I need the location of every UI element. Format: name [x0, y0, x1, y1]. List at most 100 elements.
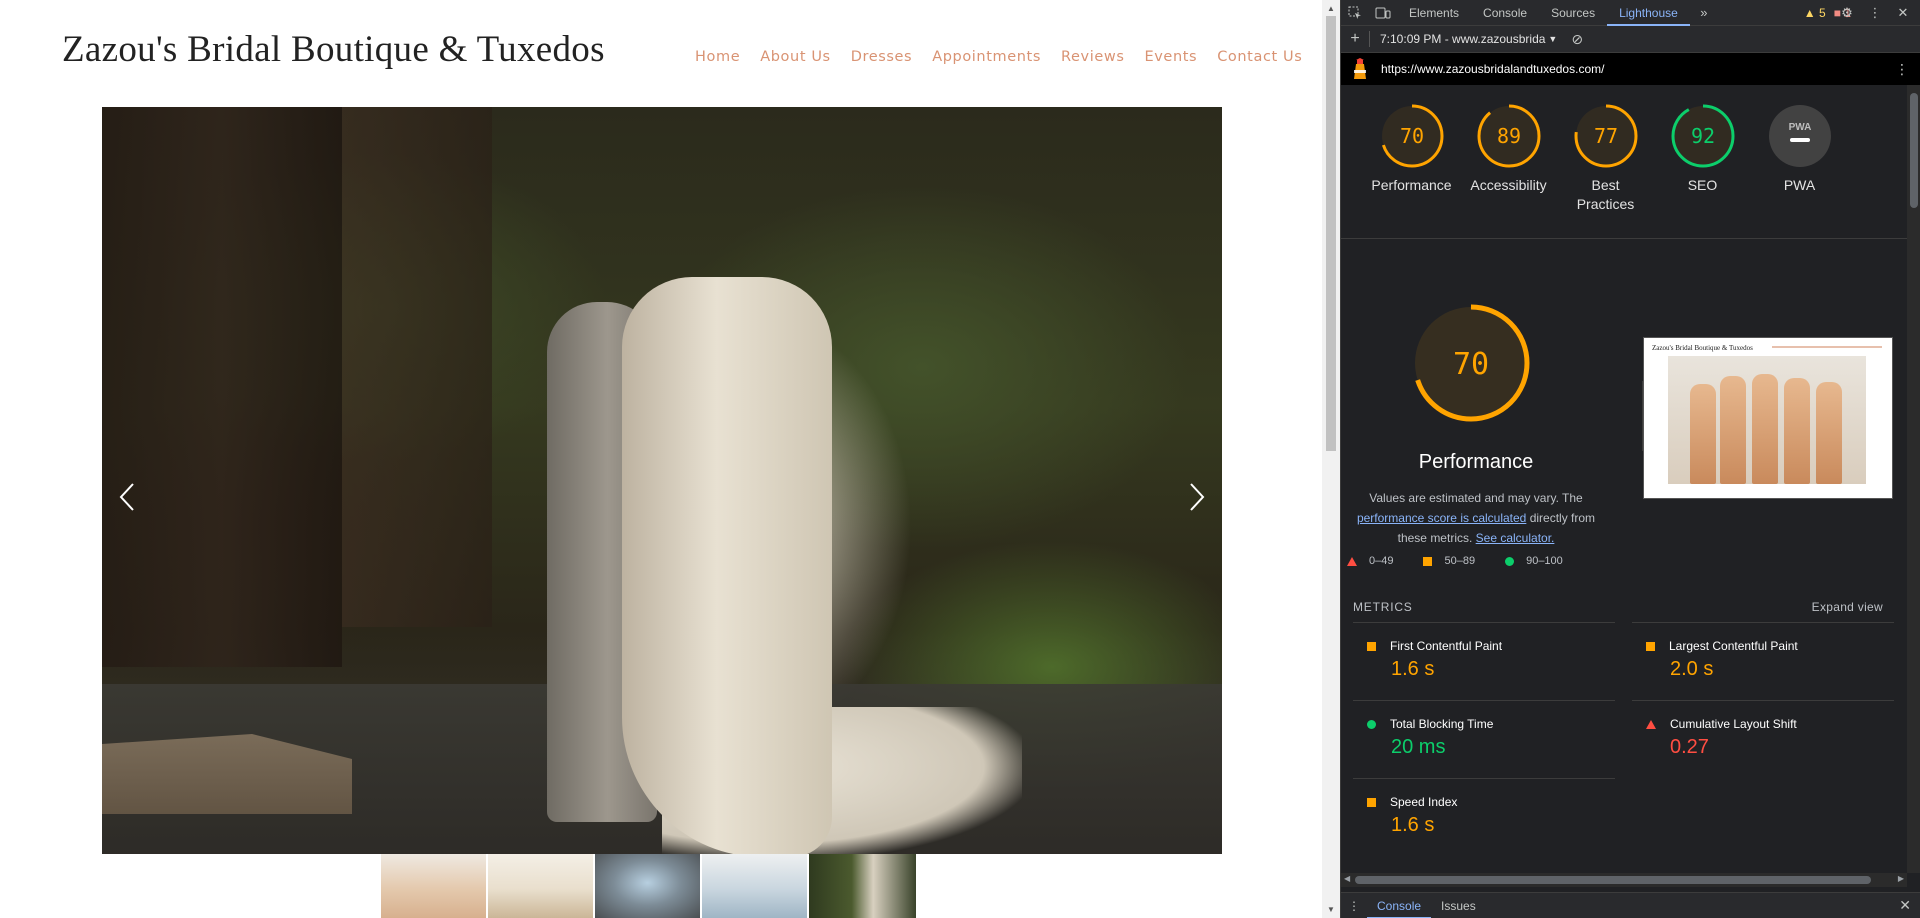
drawer-tab-issues[interactable]: Issues — [1431, 893, 1486, 918]
legend-pass: 90–100 — [1499, 555, 1563, 567]
toolbar-divider — [1369, 31, 1370, 47]
horizontal-scrollbar-thumb[interactable] — [1355, 876, 1871, 884]
report-selector[interactable]: 7:10:09 PM - www.zazousbrida — [1380, 32, 1545, 46]
screenshot-figure — [1690, 384, 1716, 484]
metric-speed-index: Speed Index 1.6 s — [1353, 778, 1615, 856]
scroll-up-arrow-icon[interactable]: ▲ — [1327, 4, 1335, 13]
report-menu-kebab-icon[interactable]: ⋮ — [1895, 61, 1909, 78]
see-calculator-link[interactable]: See calculator. — [1476, 531, 1555, 545]
gauge-seo-ring: 92 — [1671, 104, 1734, 168]
gauge-best-practices-label: Best Practices — [1576, 177, 1635, 212]
chevron-left-icon — [119, 483, 134, 511]
drawer-menu-kebab-icon[interactable]: ⋮ — [1341, 899, 1367, 913]
gauge-accessibility-label: Accessibility — [1470, 177, 1547, 193]
more-tabs-icon[interactable]: » — [1690, 0, 1718, 26]
settings-gear-icon[interactable]: ⚙ — [1833, 0, 1861, 26]
expand-view-toggle[interactable]: Expand view — [1812, 600, 1883, 614]
thumbnail-bridesmaids[interactable] — [381, 854, 486, 918]
fail-triangle-icon — [1347, 556, 1357, 566]
screenshot-nav-bar — [1772, 346, 1882, 348]
drawer-tab-console[interactable]: Console — [1367, 893, 1432, 918]
report-scrollbar[interactable] — [1907, 85, 1920, 873]
scroll-down-arrow-icon[interactable]: ▼ — [1327, 905, 1335, 914]
report-dropdown-caret-icon[interactable]: ▼ — [1548, 34, 1557, 44]
metric-cumulative-layout-shift: Cumulative Layout Shift 0.27 — [1632, 700, 1894, 778]
pwa-badge-text: PWA — [1788, 122, 1811, 133]
screenshot-figure — [1816, 382, 1842, 484]
gauge-best-practices[interactable]: 77 Best Practices — [1557, 103, 1654, 214]
thumbnail-groomsmen[interactable] — [702, 854, 807, 918]
site-nav: Home About Us Dresses Appointments Revie… — [695, 49, 1322, 65]
legend-fail: 0–49 — [1341, 555, 1393, 567]
gauge-score: 89 — [1496, 124, 1520, 148]
inspect-element-icon[interactable] — [1341, 0, 1369, 26]
metric-value: 1.6 s — [1391, 658, 1435, 680]
hero-slideshow-image — [102, 107, 1222, 854]
warning-badge[interactable]: ▲ 5 — [1804, 6, 1826, 20]
gauge-pwa-label: PWA — [1783, 177, 1816, 193]
photo-bride — [622, 277, 832, 854]
thumbnail-couple-ivy[interactable] — [809, 854, 916, 918]
report-scrollbar-thumb[interactable] — [1910, 93, 1918, 208]
tab-console[interactable]: Console — [1471, 0, 1539, 26]
gauge-performance[interactable]: 70 Performance — [1363, 103, 1460, 214]
gauge-seo[interactable]: 92 SEO — [1654, 103, 1751, 214]
new-report-plus-icon[interactable]: + — [1341, 30, 1369, 48]
scroll-left-arrow-icon[interactable]: ◀ — [1344, 874, 1350, 883]
screenshot-figure — [1784, 378, 1810, 484]
audited-url: https://www.zazousbridalandtuxedos.com/ — [1381, 62, 1605, 76]
nav-home[interactable]: Home — [695, 49, 740, 65]
close-devtools-icon[interactable]: ✕ — [1889, 0, 1917, 26]
nav-reviews[interactable]: Reviews — [1061, 49, 1125, 65]
page-scrollbar-thumb[interactable] — [1326, 16, 1336, 451]
metrics-header: METRICS Expand view — [1353, 600, 1883, 614]
clear-reports-icon[interactable]: ⊘ — [1571, 31, 1583, 48]
metric-header: Largest Contentful Paint — [1646, 639, 1798, 653]
slideshow-thumbnails — [381, 854, 916, 918]
final-screenshot-thumbnail[interactable]: Zazou's Bridal Boutique & Tuxedos — [1643, 337, 1893, 499]
gauge-performance-label: Performance — [1371, 177, 1452, 193]
gauge-seo-label: SEO — [1687, 177, 1718, 193]
average-square-icon — [1367, 797, 1376, 807]
metric-header: First Contentful Paint — [1367, 639, 1502, 653]
pwa-dash-icon — [1789, 138, 1810, 142]
tab-lighthouse[interactable]: Lighthouse — [1607, 0, 1690, 26]
average-square-icon — [1367, 641, 1376, 651]
score-calculated-link[interactable]: performance score is calculated — [1357, 511, 1526, 525]
nav-contact-us[interactable]: Contact Us — [1217, 49, 1302, 65]
legend-pass-range: 90–100 — [1526, 555, 1563, 567]
customize-kebab-icon[interactable]: ⋮ — [1861, 0, 1889, 26]
slideshow-next-button[interactable] — [1177, 467, 1217, 527]
devtools-inner: Elements Console Sources Lighthouse » ▲ … — [1340, 0, 1920, 918]
website-viewport: Zazou's Bridal Boutique & Tuxedos Home A… — [0, 0, 1322, 918]
metric-name: Cumulative Layout Shift — [1670, 717, 1797, 731]
photo-barn-door — [102, 107, 342, 667]
nav-events[interactable]: Events — [1144, 49, 1197, 65]
page-scrollbar[interactable]: ▲ ▼ — [1322, 0, 1340, 918]
slideshow-prev-button[interactable] — [107, 467, 147, 527]
thumbnail-couple-field[interactable] — [488, 854, 593, 918]
tab-sources[interactable]: Sources — [1539, 0, 1607, 26]
metric-name: Total Blocking Time — [1390, 717, 1494, 731]
thumbnail-archway[interactable] — [595, 854, 700, 918]
gauge-score: 77 — [1593, 124, 1617, 148]
screenshot-site-title: Zazou's Bridal Boutique & Tuxedos — [1652, 344, 1753, 352]
nav-appointments[interactable]: Appointments — [932, 49, 1041, 65]
nav-dresses[interactable]: Dresses — [851, 49, 913, 65]
screenshot-figure — [1752, 374, 1778, 484]
gauge-accessibility[interactable]: 89 Accessibility — [1460, 103, 1557, 214]
scroll-right-arrow-icon[interactable]: ▶ — [1898, 874, 1904, 883]
close-drawer-icon[interactable]: ✕ — [1899, 897, 1911, 914]
tab-elements[interactable]: Elements — [1397, 0, 1471, 26]
gauge-best-practices-ring: 77 — [1574, 104, 1637, 168]
report-horizontal-scrollbar[interactable]: ◀ ▶ — [1341, 873, 1907, 887]
site-title[interactable]: Zazou's Bridal Boutique & Tuxedos — [62, 28, 605, 71]
metric-total-blocking-time: Total Blocking Time 20 ms — [1353, 700, 1615, 778]
nav-about-us[interactable]: About Us — [760, 49, 830, 65]
metric-name: Speed Index — [1390, 795, 1458, 809]
device-toolbar-icon[interactable] — [1369, 0, 1397, 26]
average-square-icon — [1646, 641, 1655, 651]
average-square-icon — [1423, 556, 1433, 566]
lighthouse-report: 70 Performance 89 Accessibility 77 Best … — [1341, 85, 1920, 873]
gauge-pwa[interactable]: PWA PWA — [1751, 103, 1848, 214]
